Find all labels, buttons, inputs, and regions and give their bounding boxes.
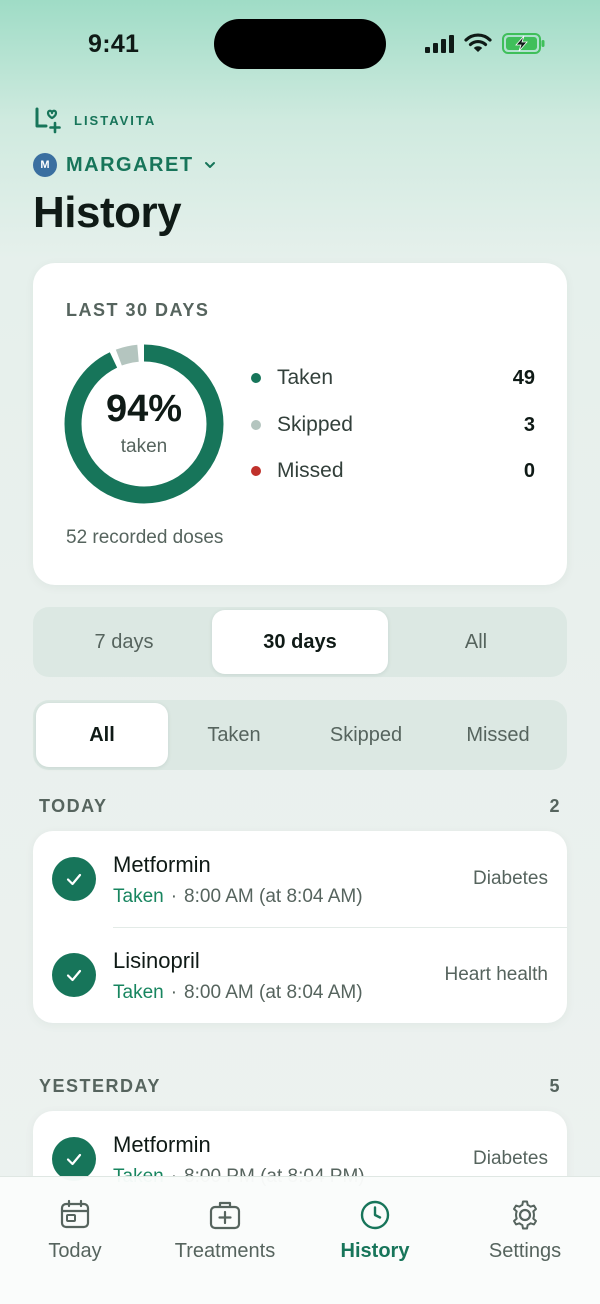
section-title: YESTERDAY bbox=[39, 1076, 161, 1096]
taken-check-icon bbox=[52, 857, 96, 901]
range-tab-30-days[interactable]: 30 days bbox=[212, 610, 388, 674]
dose-separator: · bbox=[170, 886, 178, 907]
section-header-today: TODAY 2 bbox=[39, 796, 561, 817]
scheduled-time: 8:00 AM bbox=[184, 982, 254, 1003]
tab-label: History bbox=[340, 1240, 410, 1262]
gear-icon bbox=[513, 1200, 537, 1230]
legend-taken: Taken 49 bbox=[251, 363, 535, 393]
dose-row[interactable]: Metformin Taken · 8:00 AM (at 8:04 AM) Dia… bbox=[33, 831, 567, 927]
legend-count: 49 bbox=[512, 366, 535, 389]
calendar-icon bbox=[60, 1199, 90, 1229]
tab-treatments[interactable]: Treatments bbox=[150, 1177, 300, 1304]
brand-header: LISTAVITA bbox=[34, 106, 156, 134]
taken-check-icon bbox=[52, 1137, 96, 1181]
wifi-icon bbox=[464, 33, 492, 52]
legend-label: Taken bbox=[277, 366, 334, 389]
dose-list-today: Metformin Taken · 8:00 AM (at 8:04 AM) Dia… bbox=[33, 831, 567, 1023]
brand-name: LISTAVITA bbox=[74, 112, 157, 128]
dynamic-island bbox=[214, 19, 386, 69]
condition-tag: Heart health bbox=[444, 964, 548, 985]
status-time: 9:41 bbox=[88, 30, 140, 58]
filter-tab-missed[interactable]: Missed bbox=[432, 703, 564, 767]
tab-label: Treatments bbox=[174, 1240, 276, 1262]
section-count: 2 bbox=[549, 796, 561, 816]
profile-switcher[interactable]: M MARGARET bbox=[33, 153, 216, 177]
avatar: M bbox=[33, 153, 57, 177]
range-tab-7-days[interactable]: 7 days bbox=[36, 610, 212, 674]
medkit-icon bbox=[209, 1201, 241, 1230]
dose-status: Taken bbox=[113, 982, 164, 1003]
legend-count: 3 bbox=[523, 413, 535, 436]
page-title: History bbox=[33, 188, 182, 237]
status-filter-control: All Taken Skipped Missed bbox=[33, 700, 567, 770]
taken-dot-icon bbox=[251, 373, 261, 383]
legend-label: Missed bbox=[277, 459, 344, 482]
filter-tab-skipped[interactable]: Skipped bbox=[300, 703, 432, 767]
tab-history[interactable]: History bbox=[300, 1177, 450, 1304]
medication-name: Metformin bbox=[113, 852, 211, 877]
app-logo-icon bbox=[35, 107, 61, 134]
tab-settings[interactable]: Settings bbox=[450, 1177, 600, 1304]
dose-row[interactable]: Lisinopril Taken · 8:00 AM (at 8:04 AM) He… bbox=[33, 927, 567, 1023]
actual-time: (at 8:04 AM) bbox=[259, 886, 363, 907]
section-count: 5 bbox=[549, 1076, 561, 1096]
cellular-signal-icon bbox=[425, 35, 454, 53]
actual-time: (at 8:04 AM) bbox=[259, 982, 363, 1003]
tab-today[interactable]: Today bbox=[0, 1177, 150, 1304]
battery-charging-icon bbox=[502, 33, 545, 54]
legend-skipped: Skipped 3 bbox=[251, 410, 535, 440]
medication-name: Metformin bbox=[113, 1132, 211, 1157]
legend-missed: Missed 0 bbox=[251, 456, 535, 486]
recorded-doses-count: 52 recorded doses bbox=[66, 527, 224, 548]
status-bar: 9:41 bbox=[0, 0, 600, 90]
filter-tab-taken[interactable]: Taken bbox=[168, 703, 300, 767]
section-title: TODAY bbox=[39, 796, 108, 816]
clock-icon bbox=[360, 1200, 390, 1230]
range-segmented-control: 7 days 30 days All bbox=[33, 607, 567, 677]
summary-card: LAST 30 DAYS 94% taken Taken 49 Skipped … bbox=[33, 263, 567, 585]
skipped-dot-icon bbox=[251, 420, 261, 430]
scheduled-time: 8:00 AM bbox=[184, 886, 254, 907]
legend-count: 0 bbox=[523, 459, 535, 482]
dose-meta: Taken · 8:00 AM (at 8:04 AM) bbox=[113, 886, 363, 908]
condition-tag: Diabetes bbox=[473, 868, 548, 889]
taken-check-icon bbox=[52, 953, 96, 997]
donut-center: 94% taken bbox=[63, 343, 225, 505]
dose-separator: · bbox=[170, 982, 178, 1003]
adherence-percent: 94% bbox=[105, 388, 183, 430]
profile-name: MARGARET bbox=[66, 153, 194, 176]
dose-status: Taken bbox=[113, 886, 164, 907]
dose-meta: Taken · 8:00 AM (at 8:04 AM) bbox=[113, 982, 363, 1004]
missed-dot-icon bbox=[251, 466, 261, 476]
tab-label: Today bbox=[48, 1240, 102, 1262]
condition-tag: Diabetes bbox=[473, 1148, 548, 1169]
adherence-sublabel: taken bbox=[120, 436, 168, 457]
range-tab-all[interactable]: All bbox=[388, 610, 564, 674]
tab-label: Settings bbox=[488, 1240, 562, 1262]
section-header-yesterday: YESTERDAY 5 bbox=[39, 1076, 561, 1097]
filter-tab-all[interactable]: All bbox=[36, 703, 168, 767]
summary-period-label: LAST 30 DAYS bbox=[66, 300, 210, 320]
medication-name: Lisinopril bbox=[113, 948, 200, 973]
chevron-down-icon bbox=[204, 162, 215, 168]
legend-label: Skipped bbox=[277, 413, 353, 436]
bottom-tab-bar: Today Treatments History Settings bbox=[0, 1176, 600, 1304]
